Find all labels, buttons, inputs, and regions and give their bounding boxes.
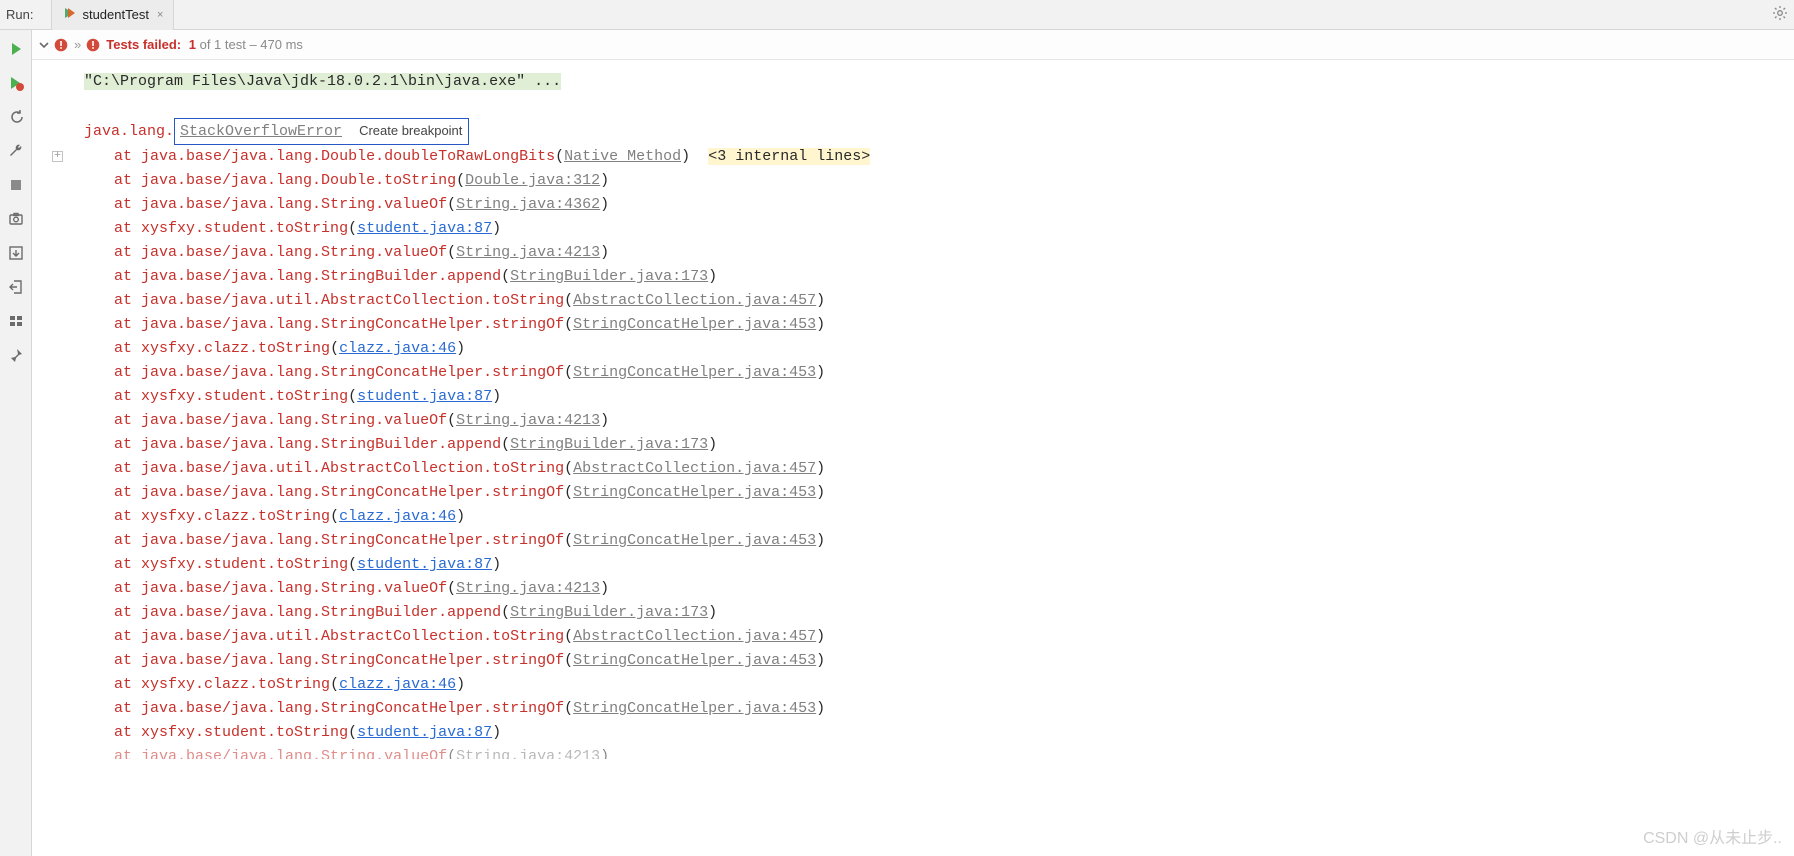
- stack-frame: at java.base/java.lang.Double.doubleToRa…: [84, 145, 1794, 169]
- run-tool-gutter: [0, 30, 32, 856]
- stack-frame: at xysfxy.student.toString(student.java:…: [84, 385, 1794, 409]
- stack-frame: at java.base/java.lang.String.valueOf(St…: [84, 241, 1794, 265]
- stack-frame: at java.base/java.lang.StringConcatHelpe…: [84, 529, 1794, 553]
- tests-failed-text: Tests failed: 1 of 1 test – 470 ms: [106, 37, 303, 52]
- source-link[interactable]: AbstractCollection.java:457: [573, 460, 816, 477]
- stack-frame: at java.base/java.lang.StringBuilder.app…: [84, 433, 1794, 457]
- source-link[interactable]: String.java:4213: [456, 244, 600, 261]
- layout-icon[interactable]: [7, 312, 25, 330]
- source-link[interactable]: student.java:87: [357, 724, 492, 741]
- close-icon[interactable]: ×: [157, 9, 163, 21]
- stack-frame: at java.base/java.lang.Double.toString(D…: [84, 169, 1794, 193]
- toggle-auto-test-icon[interactable]: [7, 108, 25, 126]
- fold-icon[interactable]: +: [52, 151, 63, 162]
- rerun-icon[interactable]: [7, 40, 25, 58]
- source-link[interactable]: StringConcatHelper.java:453: [573, 484, 816, 501]
- source-link[interactable]: clazz.java:46: [339, 676, 456, 693]
- error-circle-icon: [86, 38, 100, 52]
- source-link[interactable]: StringConcatHelper.java:453: [573, 652, 816, 669]
- wrench-icon[interactable]: [7, 142, 25, 160]
- exception-line: java.lang.StackOverflowError Create brea…: [84, 118, 1794, 145]
- source-link[interactable]: StringConcatHelper.java:453: [573, 532, 816, 549]
- stack-frame: at xysfxy.student.toString(student.java:…: [84, 721, 1794, 745]
- source-link[interactable]: student.java:87: [357, 556, 492, 573]
- run-label: Run:: [6, 7, 33, 22]
- console-output[interactable]: "C:\Program Files\Java\jdk-18.0.2.1\bin\…: [32, 60, 1794, 856]
- stack-frame: at xysfxy.clazz.toString(clazz.java:46): [84, 505, 1794, 529]
- stack-frame: at java.base/java.util.AbstractCollectio…: [84, 625, 1794, 649]
- stack-frame: at xysfxy.clazz.toString(clazz.java:46): [84, 673, 1794, 697]
- source-link[interactable]: StringBuilder.java:173: [510, 604, 708, 621]
- error-circle-icon[interactable]: [54, 38, 68, 52]
- import-tests-icon[interactable]: [7, 244, 25, 262]
- stack-frame: at java.base/java.util.AbstractCollectio…: [84, 457, 1794, 481]
- chevron-down-icon[interactable]: [38, 39, 50, 51]
- tests-total-text: of 1 test – 470 ms: [196, 37, 303, 52]
- create-breakpoint-button[interactable]: Create breakpoint: [355, 123, 466, 138]
- source-link[interactable]: StringConcatHelper.java:453: [573, 364, 816, 381]
- test-config-icon: [62, 6, 76, 23]
- stack-frame: at java.base/java.util.AbstractCollectio…: [84, 289, 1794, 313]
- settings-icon[interactable]: [1772, 5, 1788, 24]
- source-link[interactable]: String.java:4213: [456, 412, 600, 429]
- stack-frame: at java.base/java.lang.StringConcatHelpe…: [84, 313, 1794, 337]
- command-line: "C:\Program Files\Java\jdk-18.0.2.1\bin\…: [84, 70, 1794, 94]
- exit-icon[interactable]: [7, 278, 25, 296]
- stack-frame: at java.base/java.lang.StringBuilder.app…: [84, 265, 1794, 289]
- tests-failed-count: 1: [189, 37, 196, 52]
- source-link[interactable]: student.java:87: [357, 388, 492, 405]
- run-tab-label: studentTest: [82, 7, 149, 22]
- exception-link[interactable]: StackOverflowError: [177, 123, 346, 140]
- stop-icon[interactable]: [7, 176, 25, 194]
- stack-frame: at java.base/java.lang.StringConcatHelpe…: [84, 649, 1794, 673]
- run-tab-studenttest[interactable]: studentTest ×: [51, 0, 174, 30]
- run-tab-bar: Run: studentTest ×: [0, 0, 1794, 30]
- tests-failed-label: Tests failed:: [106, 37, 181, 52]
- watermark-text: CSDN @从未止步..: [1643, 824, 1782, 848]
- breadcrumb-arrows: »: [74, 37, 80, 52]
- source-link[interactable]: StringBuilder.java:173: [510, 268, 708, 285]
- rerun-failed-icon[interactable]: [7, 74, 25, 92]
- stack-frame: at java.base/java.lang.String.valueOf(St…: [84, 193, 1794, 217]
- source-link[interactable]: StringConcatHelper.java:453: [573, 316, 816, 333]
- source-link[interactable]: String.java:4213: [456, 748, 600, 759]
- source-link[interactable]: AbstractCollection.java:457: [573, 292, 816, 309]
- source-link[interactable]: AbstractCollection.java:457: [573, 628, 816, 645]
- source-link[interactable]: String.java:4213: [456, 580, 600, 597]
- source-link[interactable]: student.java:87: [357, 220, 492, 237]
- stack-frame: at xysfxy.clazz.toString(clazz.java:46): [84, 337, 1794, 361]
- source-link[interactable]: clazz.java:46: [339, 508, 456, 525]
- source-link[interactable]: clazz.java:46: [339, 340, 456, 357]
- stack-frame: at java.base/java.lang.StringConcatHelpe…: [84, 697, 1794, 721]
- source-link[interactable]: Native Method: [564, 148, 681, 165]
- stack-frame: at xysfxy.student.toString(student.java:…: [84, 217, 1794, 241]
- source-link[interactable]: String.java:4362: [456, 196, 600, 213]
- screenshot-icon[interactable]: [7, 210, 25, 228]
- test-status-bar: » Tests failed: 1 of 1 test – 470 ms: [32, 30, 1794, 60]
- stack-frame: at java.base/java.lang.String.valueOf(St…: [84, 409, 1794, 433]
- stack-frame: at java.base/java.lang.String.valueOf(St…: [84, 745, 1794, 759]
- stack-frame: at java.base/java.lang.StringConcatHelpe…: [84, 481, 1794, 505]
- source-link[interactable]: StringConcatHelper.java:453: [573, 700, 816, 717]
- stack-frame: at java.base/java.lang.StringConcatHelpe…: [84, 361, 1794, 385]
- stack-frame: at java.base/java.lang.String.valueOf(St…: [84, 577, 1794, 601]
- pin-icon[interactable]: [7, 346, 25, 364]
- source-link[interactable]: StringBuilder.java:173: [510, 436, 708, 453]
- stack-frame: at xysfxy.student.toString(student.java:…: [84, 553, 1794, 577]
- exception-box[interactable]: StackOverflowError Create breakpoint: [174, 118, 469, 145]
- stack-frame: at java.base/java.lang.StringBuilder.app…: [84, 601, 1794, 625]
- source-link[interactable]: Double.java:312: [465, 172, 600, 189]
- blank-line: [84, 94, 1794, 118]
